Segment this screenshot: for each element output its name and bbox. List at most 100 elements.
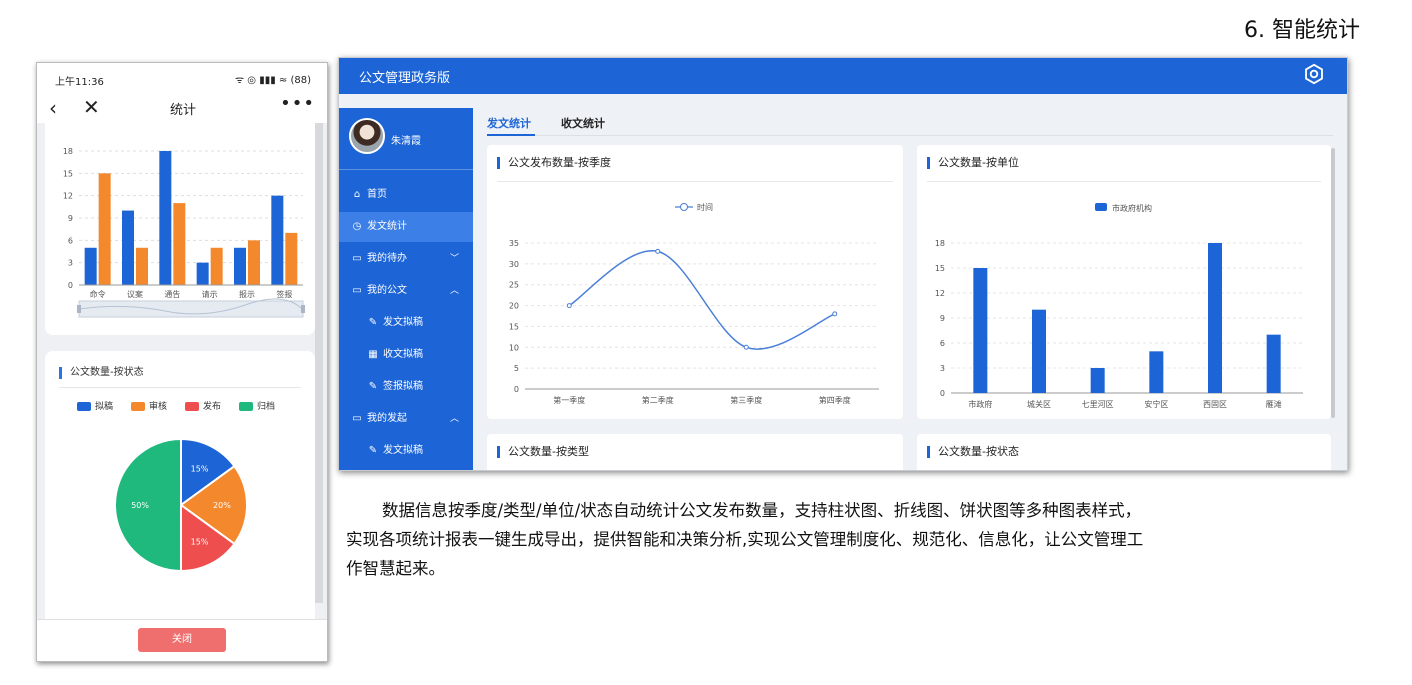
legend-item-archive[interactable]: 归档 <box>239 399 275 413</box>
legend-label-review: 审核 <box>149 402 168 412</box>
y-tick-label: 5 <box>514 364 519 373</box>
user-name: 朱清霞 <box>391 136 421 147</box>
user-profile[interactable]: 朱清霞 <box>339 108 473 170</box>
pie-slice-label: 50% <box>131 501 149 510</box>
bar[interactable] <box>122 210 134 285</box>
legend-label[interactable]: 时间 <box>697 202 713 212</box>
bar[interactable] <box>159 151 172 285</box>
sidebar-item-label: 首页 <box>367 189 387 200</box>
close-button[interactable]: 关闭 <box>138 628 226 652</box>
close-icon[interactable]: ✕ <box>83 95 100 119</box>
bar[interactable] <box>1266 334 1281 393</box>
zoom-handle-left[interactable] <box>77 305 81 313</box>
sidebar-item-label: 我的待办 <box>367 253 407 264</box>
bar[interactable] <box>271 195 284 285</box>
x-tick-label: 通告 <box>164 289 180 299</box>
bar[interactable] <box>136 247 148 285</box>
sidebar-item-label: 我的发起 <box>367 413 407 424</box>
y-tick-label: 0 <box>68 281 73 290</box>
clock-icon: ◷ <box>352 221 362 232</box>
chevron-down-icon: ﹀ <box>449 254 459 264</box>
description-text: 数据信息按季度/类型/单位/状态自动统计公文发布数量，支持柱状图、折线图、饼状图… <box>346 496 1326 583</box>
active-tab-underline <box>487 134 535 136</box>
line-chart-panel: 公文发布数量-按季度 时间 35 30 25 20 15 10 5 0 第一季度 第二季度 第三季度 第… <box>487 145 903 419</box>
sidebar-item-label: 发文统计 <box>367 221 407 232</box>
y-tick-label: 18 <box>935 239 945 248</box>
zoom-handle-right[interactable] <box>301 305 305 313</box>
bar[interactable] <box>285 232 298 285</box>
settings-gear-icon[interactable] <box>1303 63 1325 85</box>
status-icons: ᯤ ◎ ▮▮▮ ≈ (88) <box>235 75 311 86</box>
edit-icon: ✎ <box>368 445 378 456</box>
description-line-2: 实现各项统计报表一键生成导出，提供智能和决策分析,实现公文管理制度化、规范化、信… <box>346 530 1144 549</box>
data-point[interactable] <box>832 311 838 317</box>
x-tick-label: 请示 <box>202 289 218 299</box>
main-scrollbar[interactable] <box>1331 148 1335 418</box>
x-tick-label: 城关区 <box>1027 399 1051 409</box>
sidebar-item-1[interactable]: ◷ 发文统计 <box>339 212 473 242</box>
x-tick-label: 签报 <box>276 289 292 299</box>
legend-label-draft: 拟稿 <box>95 402 114 412</box>
sidebar-item-5[interactable]: ▦ 收文拟稿 <box>339 340 473 370</box>
sidebar-item-3[interactable]: ▭ 我的公文 ︿ <box>339 276 473 306</box>
sidebar-item-0[interactable]: ⌂ 首页 <box>339 180 473 210</box>
bar[interactable] <box>1149 351 1164 393</box>
line-chart-title: 公文发布数量-按季度 <box>497 157 611 169</box>
bar[interactable] <box>234 247 246 285</box>
bar[interactable] <box>1032 309 1046 393</box>
legend-label[interactable]: 市政府机构 <box>1112 203 1152 213</box>
x-tick-label: 七里河区 <box>1082 399 1114 409</box>
x-tick-label: 第一季度 <box>553 395 585 405</box>
tab-send-stats[interactable]: 发文统计 <box>487 115 531 131</box>
y-tick-label: 0 <box>940 389 945 398</box>
app-title: 公文管理政务版 <box>359 71 451 86</box>
bar[interactable] <box>196 262 209 285</box>
bar[interactable] <box>173 203 186 285</box>
bar[interactable] <box>1090 368 1105 393</box>
edit-icon: ▦ <box>368 349 378 360</box>
sidebar-item-label: 发文拟稿 <box>383 317 423 328</box>
folder-icon: ▭ <box>352 285 362 296</box>
back-icon[interactable]: ‹ <box>49 96 57 120</box>
y-tick-label: 6 <box>68 236 73 245</box>
avatar[interactable] <box>349 118 385 154</box>
unit-bar-chart: 市政府机构 18 15 12 9 6 3 0 市政府 城关区 七里河区 安宁区 西固区 雁滩 <box>935 203 1303 409</box>
x-tick-label: 第四季度 <box>819 395 851 405</box>
phone-bar-chart: 18 15 12 9 6 3 0 命令 议案 通告 请示 报示 签报 <box>63 147 305 318</box>
legend-item-draft[interactable]: 拟稿 <box>77 399 113 413</box>
folder-icon: ▭ <box>352 253 362 264</box>
phone-scrollbar[interactable] <box>315 123 323 603</box>
bar[interactable] <box>973 268 988 393</box>
bar[interactable] <box>1208 243 1222 393</box>
pie-slice-label: 15% <box>191 465 209 474</box>
bar[interactable] <box>84 247 97 285</box>
y-tick-label: 3 <box>68 259 73 268</box>
legend-item-review[interactable]: 审核 <box>131 399 167 413</box>
sidebar-item-2[interactable]: ▭ 我的待办 ﹀ <box>339 244 473 274</box>
y-tick-label: 9 <box>940 314 945 323</box>
sidebar-item-4[interactable]: ✎ 发文拟稿 <box>339 308 473 338</box>
sidebar-item-8[interactable]: ✎ 发文拟稿 <box>339 436 473 466</box>
bar[interactable] <box>210 247 223 285</box>
type-chart-panel: 公文数量-按类型 <box>487 434 903 470</box>
more-icon[interactable]: ••• <box>280 93 315 114</box>
legend-label-archive: 归档 <box>257 402 276 412</box>
sidebar-item-label: 签报拟稿 <box>383 381 423 392</box>
legend-item-publish[interactable]: 发布 <box>185 399 221 413</box>
x-tick-label: 雁滩 <box>1266 399 1282 409</box>
chevron-up-icon: ︿ <box>449 286 459 296</box>
sidebar-item-6[interactable]: ✎ 签报拟稿 <box>339 372 473 402</box>
data-point[interactable] <box>655 248 661 254</box>
unit-chart-title: 公文数量-按单位 <box>927 157 1019 169</box>
x-tick-label: 安宁区 <box>1144 399 1168 409</box>
y-tick-label: 18 <box>63 147 73 156</box>
data-point[interactable] <box>743 344 749 350</box>
bar[interactable] <box>98 173 111 285</box>
sidebar-item-7[interactable]: ▭ 我的发起 ︿ <box>339 404 473 434</box>
bar[interactable] <box>248 240 260 285</box>
zoom-slider[interactable] <box>78 300 304 318</box>
data-point[interactable] <box>566 303 572 309</box>
quarterly-line-chart: 时间 35 30 25 20 15 10 5 0 第一季度 第二季度 第三季度 第四季度 <box>509 202 879 405</box>
y-tick-label: 10 <box>509 343 519 352</box>
tab-receive-stats[interactable]: 收文统计 <box>561 115 605 131</box>
